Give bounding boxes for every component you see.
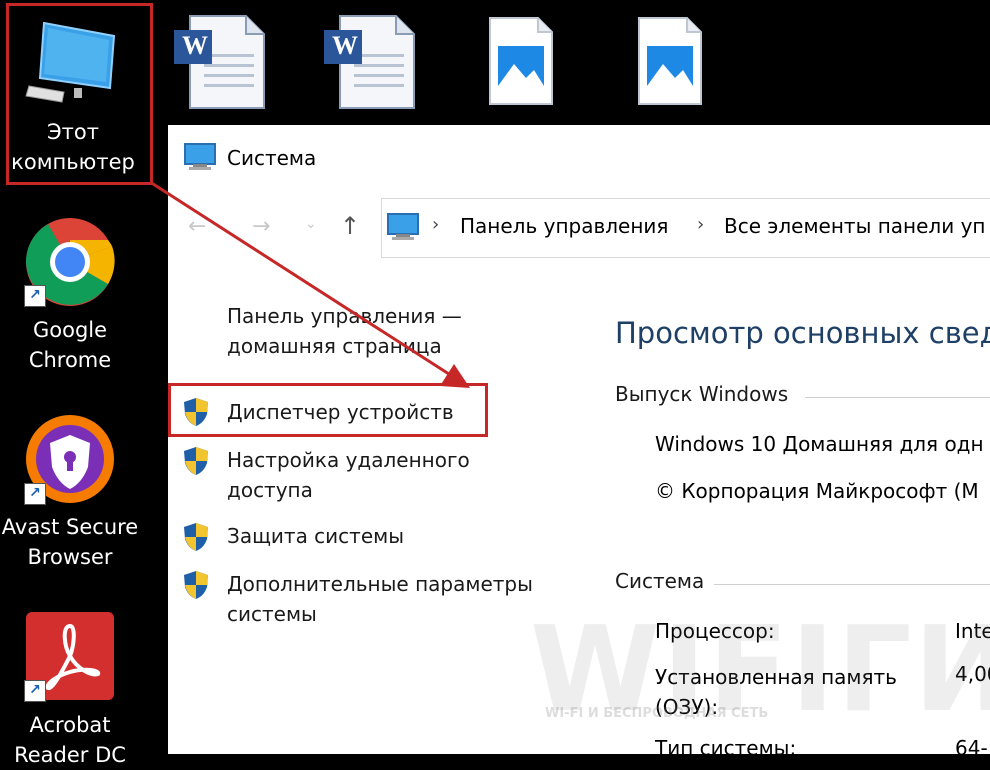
annotation-arrow <box>149 180 470 388</box>
